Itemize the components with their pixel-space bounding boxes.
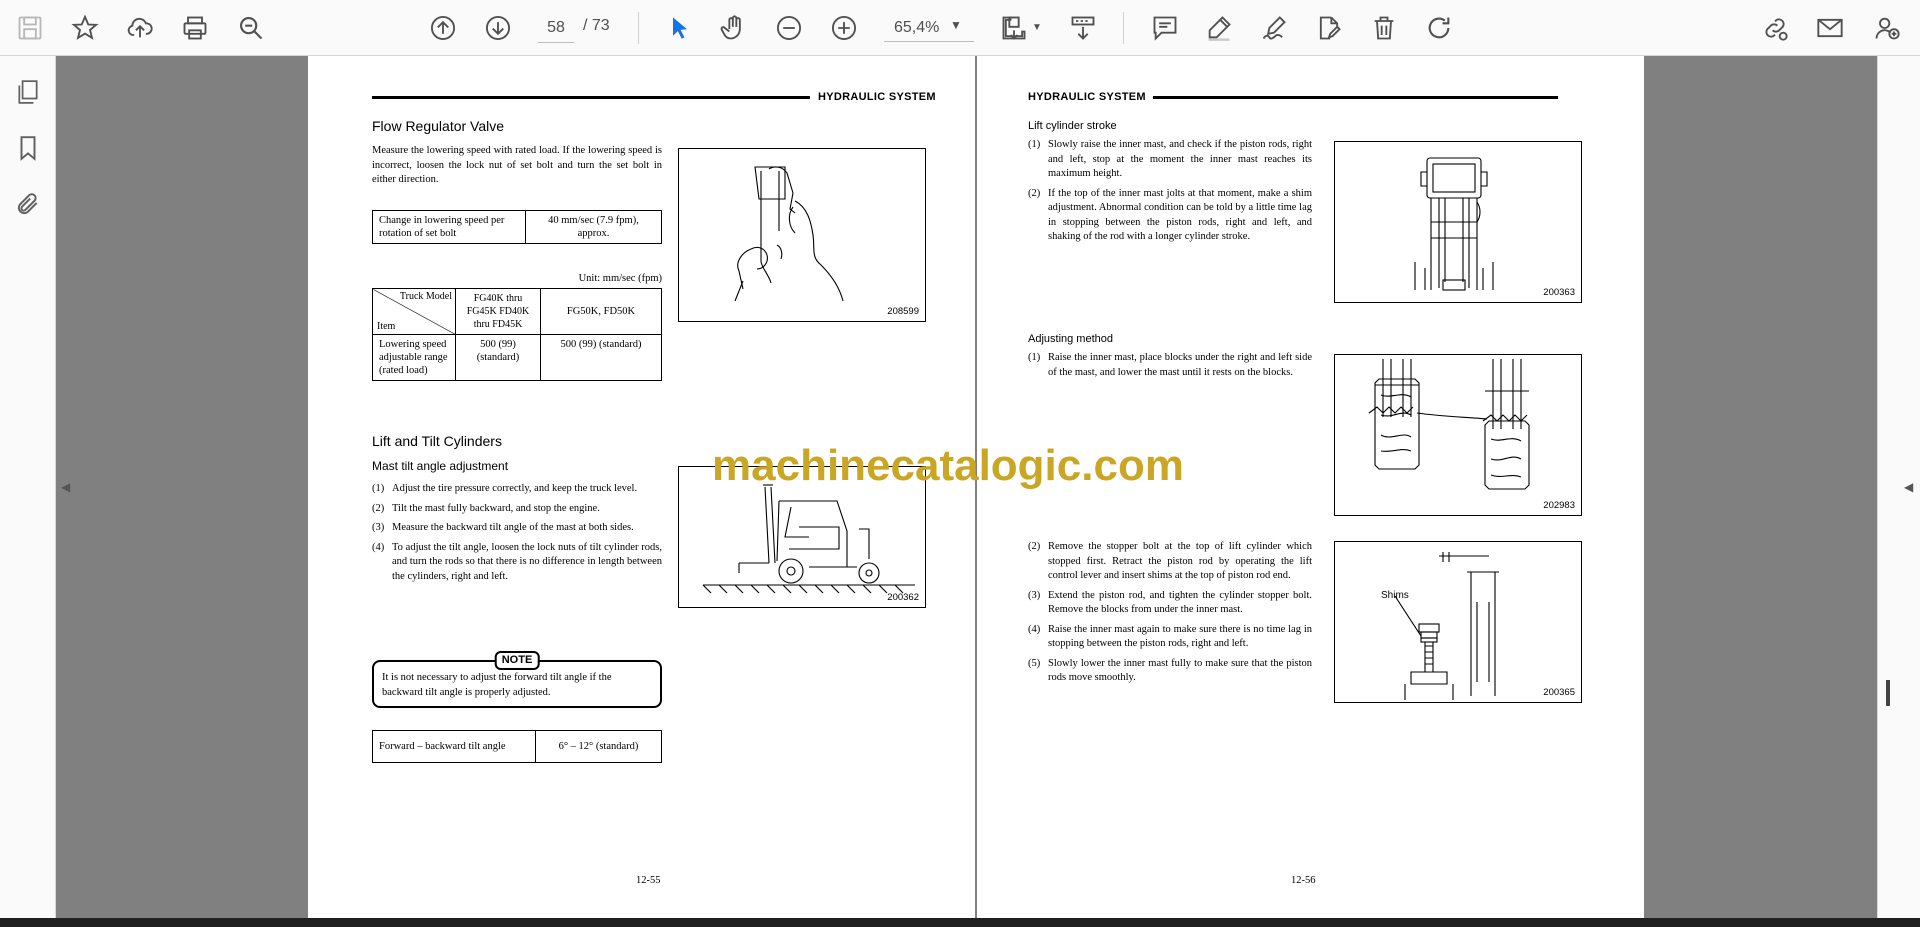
- steps-list: (1) Slowly raise the inner mast, and chec…: [1028, 138, 1312, 250]
- subsection-title: Lift cylinder stroke: [1028, 120, 1117, 132]
- list-item: (1) Adjust the tire pressure correctly, a…: [372, 483, 638, 494]
- figure-valve-adjustment: 208599: [678, 148, 926, 322]
- figure-id: 200363: [1543, 287, 1575, 298]
- left-panel: [0, 56, 56, 918]
- print-icon[interactable]: [177, 10, 213, 46]
- section-title: Flow Regulator Valve: [372, 118, 505, 134]
- spec-table: Change in lowering speed per rotation of…: [372, 210, 662, 244]
- table-corner-cell: Truck Model Item: [372, 288, 456, 335]
- edit-pdf-icon[interactable]: [1311, 10, 1347, 46]
- table-cell: 6° – 12° (standard): [535, 730, 662, 763]
- bookmark-icon[interactable]: [12, 132, 44, 164]
- note-box: NOTE It is not necessary to adjust the f…: [372, 651, 662, 708]
- taskbar-strip: [0, 918, 1920, 927]
- steps-list: (1) Adjust the tire pressure correctly, a…: [372, 482, 662, 589]
- right-panel: [1877, 56, 1920, 918]
- pages-icon[interactable]: [12, 76, 44, 108]
- table-corner-bottom: Item: [377, 321, 396, 332]
- watermark: machinecatalogic.com: [712, 441, 1184, 490]
- table-header-cell: FG50K, FD50K: [540, 288, 662, 335]
- header-rule: [372, 96, 812, 99]
- table-header-cell: FG40K thru FG45K FD40K thru FD45K: [455, 288, 541, 335]
- attachment-icon[interactable]: [12, 188, 44, 220]
- chevron-down-icon[interactable]: ▼: [1032, 22, 1042, 33]
- page-down-icon[interactable]: [480, 10, 516, 46]
- figure-label: Shims: [1381, 590, 1409, 601]
- list-item: (1) Raise the inner mast, place blocks un…: [1028, 352, 1312, 378]
- toolbar: / 73 65,4% ▼ ▼: [0, 0, 1920, 56]
- figure-id: 208599: [887, 306, 919, 317]
- page-number: 12-56: [1291, 875, 1316, 886]
- page-total: / 73: [583, 17, 610, 34]
- upload-icon[interactable]: [122, 10, 158, 46]
- page-header: HYDRAULIC SYSTEM: [810, 91, 936, 103]
- table-cell: Change in lowering speed per rotation of…: [372, 210, 526, 244]
- section-title: Lift and Tilt Cylinders: [372, 433, 502, 449]
- page-up-icon[interactable]: [425, 10, 461, 46]
- header-rule: [1153, 96, 1558, 99]
- figure-mast-stroke: 200363: [1334, 141, 1582, 303]
- select-arrow-icon[interactable]: [662, 10, 698, 46]
- list-item: (3) Extend the piston rod, and tighten th…: [1028, 589, 1312, 616]
- collapse-left-arrow-icon[interactable]: ◀: [61, 480, 70, 494]
- spec-table: Forward – backward tilt angle 6° – 12° (…: [372, 730, 662, 763]
- page-fit-icon[interactable]: [996, 10, 1032, 46]
- figure-drawing: [1394, 552, 1499, 700]
- note-label: NOTE: [494, 651, 540, 670]
- list-item: (5) Slowly lower the inner mast fully to …: [1028, 657, 1312, 684]
- subsection-title: Adjusting method: [1028, 333, 1113, 345]
- hand-icon[interactable]: [716, 10, 752, 46]
- unit-label: Unit: mm/sec (fpm): [578, 273, 662, 284]
- list-item: (1) Slowly raise the inner mast, and chec…: [1028, 139, 1312, 179]
- save-icon[interactable]: [12, 10, 48, 46]
- table-cell: 500 (99) (standard): [540, 334, 662, 381]
- share-link-icon[interactable]: [1757, 10, 1793, 46]
- comment-icon[interactable]: [1147, 10, 1183, 46]
- note-text: It is not necessary to adjust the forwar…: [382, 672, 612, 698]
- highlight-pen-icon[interactable]: [1201, 10, 1237, 46]
- search-zoom-icon[interactable]: [233, 10, 269, 46]
- figure-drawing: [1414, 157, 1494, 291]
- page-header: HYDRAULIC SYSTEM: [1028, 91, 1154, 103]
- page-number-input[interactable]: [538, 14, 574, 43]
- figure-id: 200362: [887, 592, 919, 603]
- table-cell: 500 (99) (standard): [455, 334, 541, 381]
- steps-list: (2) Remove the stopper bolt at the top of…: [1028, 540, 1312, 691]
- expand-right-arrow-icon[interactable]: ◀: [1904, 480, 1913, 494]
- mail-icon[interactable]: [1812, 10, 1848, 46]
- list-item: (2) If the top of the inner mast jolts at…: [1028, 187, 1312, 243]
- list-item: (4) To adjust the tilt angle, loosen the …: [372, 541, 662, 582]
- list-item: (4) Raise the inner mast again to make su…: [1028, 623, 1312, 650]
- table-cell: Forward – backward tilt angle: [372, 730, 536, 763]
- zoom-in-icon[interactable]: [826, 10, 862, 46]
- list-item: (2) Remove the stopper bolt at the top of…: [1028, 541, 1312, 581]
- signature-icon[interactable]: [1256, 10, 1292, 46]
- figure-mast-blocks: 202983: [1334, 354, 1582, 516]
- subsection-title: Mast tilt angle adjustment: [372, 459, 509, 473]
- figure-shims: Shims 200365: [1334, 541, 1582, 703]
- figure-id: 202983: [1543, 500, 1575, 511]
- delete-icon[interactable]: [1366, 10, 1402, 46]
- steps-list: (1) Raise the inner mast, place blocks un…: [1028, 351, 1312, 385]
- table-cell: Lowering speed adjustable range (rated l…: [372, 334, 456, 381]
- page-number: 12-55: [636, 875, 661, 886]
- list-item: (2) Tilt the mast fully backward, and sto…: [372, 502, 600, 514]
- table-cell: 40 mm/sec (7.9 fpm), approx.: [525, 210, 662, 244]
- scrollbar-thumb[interactable]: [1886, 680, 1890, 706]
- figure-drawing: [734, 166, 844, 302]
- add-user-icon[interactable]: [1869, 10, 1905, 46]
- zoom-out-icon[interactable]: [771, 10, 807, 46]
- rotate-icon[interactable]: [1421, 10, 1457, 46]
- bookmark-star-icon[interactable]: [67, 10, 103, 46]
- scroll-mode-icon[interactable]: [1065, 10, 1101, 46]
- figure-id: 200365: [1543, 687, 1575, 698]
- table-corner-top: Truck Model: [399, 291, 452, 302]
- spec-table: Truck Model Item FG40K thru FG45K FD40K …: [372, 288, 662, 381]
- paragraph: Measure the lowering speed with rated lo…: [372, 145, 662, 185]
- list-item: (3) Measure the backward tilt angle of th…: [372, 522, 634, 533]
- chevron-down-icon[interactable]: ▼: [950, 18, 962, 32]
- figure-drawing: [1368, 359, 1530, 490]
